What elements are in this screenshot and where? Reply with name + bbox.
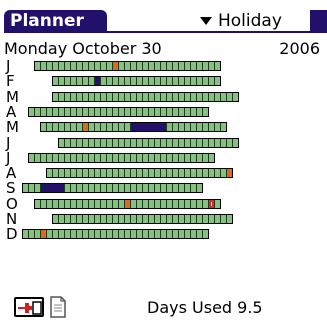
plug-icon [18,301,42,315]
today-marker[interactable] [209,199,214,208]
used-day-marker[interactable] [41,184,64,193]
month-bar[interactable] [52,91,239,102]
month-bar[interactable] [52,214,233,224]
days-used-label: Days Used 9.5 [147,298,263,317]
holiday-day-marker[interactable] [41,230,46,239]
year-selector[interactable]: 2006 [279,39,320,59]
holiday-day-marker[interactable] [227,169,232,178]
month-label: S [6,179,16,198]
plug-button[interactable] [14,297,44,317]
month-bar[interactable] [34,198,221,209]
note-icon[interactable] [50,296,66,318]
current-date: Monday October 30 [4,39,162,58]
month-bar[interactable] [34,61,221,71]
month-label: F [6,72,15,91]
app-title[interactable]: Planner [4,10,107,33]
month-bar[interactable] [46,168,233,179]
used-day-marker[interactable] [131,123,166,132]
category-label: Holiday [218,11,282,31]
holiday-day-marker[interactable] [83,123,88,132]
holiday-day-marker[interactable] [113,62,118,70]
date-header: Monday October 30 2006 [4,39,324,59]
dropdown-arrow-icon [200,17,212,25]
month-bar[interactable] [58,137,239,148]
month-bar[interactable] [28,152,215,163]
month-bar[interactable] [52,76,221,87]
month-label: D [6,225,18,244]
month-label: M [6,118,19,137]
footer: Days Used 9.5 [0,290,327,327]
title-bar: Planner Holiday [0,0,327,34]
month-bar[interactable] [22,183,203,194]
year-grid: JFMAMJJASOND [0,58,327,281]
holiday-day-marker[interactable] [125,199,130,208]
used-day-marker[interactable] [95,77,100,86]
month-bar[interactable] [40,122,227,133]
month-bar[interactable] [28,106,209,117]
category-color-swatch [310,10,327,32]
category-dropdown[interactable]: Holiday [200,10,282,32]
month-bar[interactable] [22,229,209,240]
